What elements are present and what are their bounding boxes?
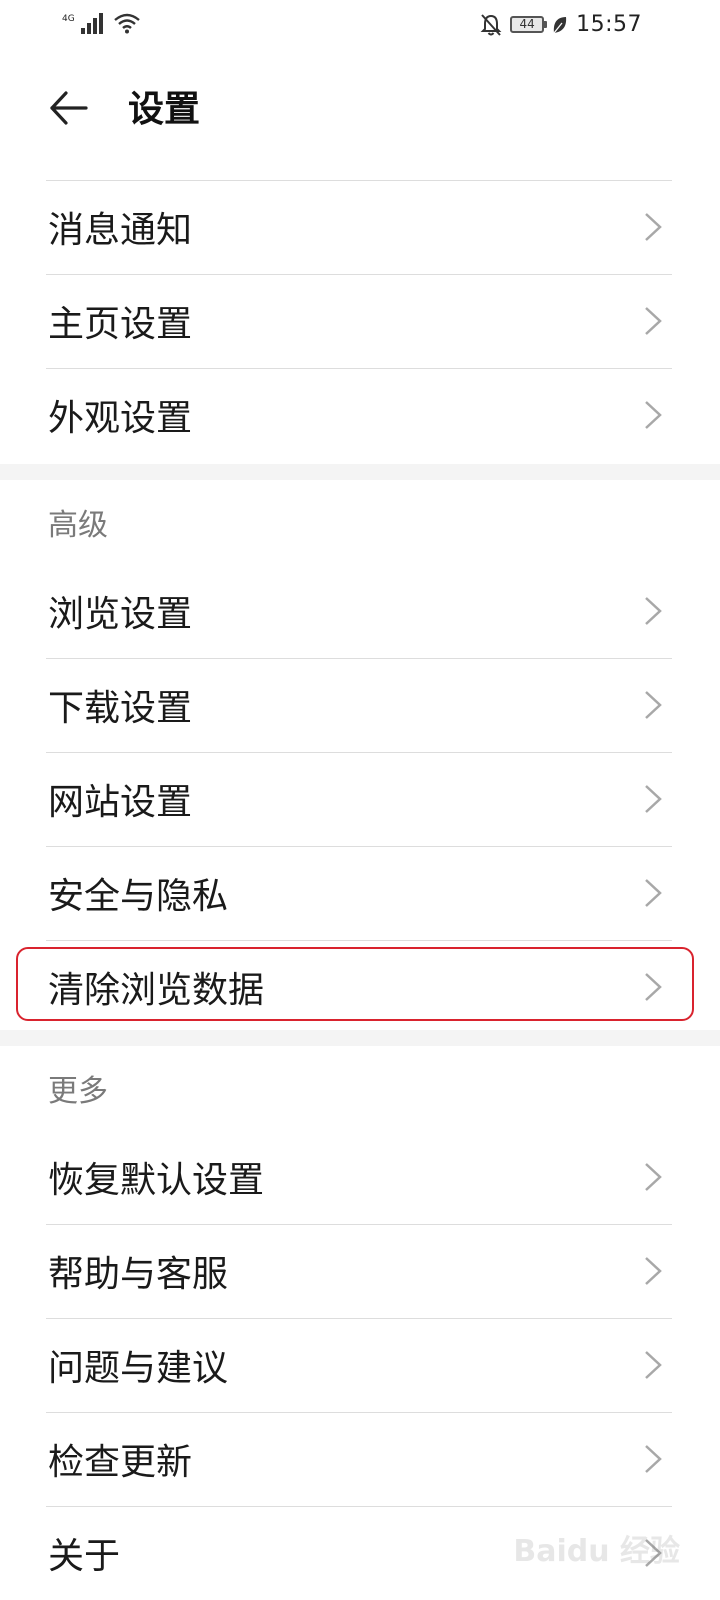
- settings-item-site-settings[interactable]: 网站设置: [0, 752, 720, 846]
- general-settings-group: 消息通知 主页设置 外观设置: [0, 180, 720, 462]
- chevron-right-icon: [645, 401, 662, 429]
- settings-item-feedback[interactable]: 问题与建议: [0, 1318, 720, 1412]
- chevron-right-icon: [645, 1445, 662, 1473]
- chevron-right-icon: [645, 307, 662, 335]
- wifi-icon: [113, 13, 140, 34]
- settings-item-label: 恢复默认设置: [48, 1160, 265, 1201]
- settings-item-label: 安全与隐私: [48, 876, 229, 917]
- chevron-right-icon: [645, 213, 662, 241]
- clock: 15:57: [576, 12, 642, 37]
- settings-item-label: 网站设置: [48, 782, 193, 823]
- arrow-left-icon: [50, 91, 88, 125]
- chevron-right-icon: [645, 597, 662, 625]
- power-saving-leaf-icon: [553, 16, 567, 33]
- battery-icon: 44: [510, 16, 548, 33]
- settings-item-help-support[interactable]: 帮助与客服: [0, 1224, 720, 1318]
- settings-item-label: 清除浏览数据: [48, 970, 265, 1011]
- settings-item-label: 关于: [48, 1536, 121, 1577]
- settings-item-clear-browsing-data[interactable]: 清除浏览数据: [0, 940, 720, 1034]
- status-right: 44 15:57: [480, 12, 642, 37]
- section-separator: [0, 1030, 720, 1046]
- watermark: Baidu 经验: [513, 1534, 680, 1569]
- settings-item-appearance[interactable]: 外观设置: [0, 368, 720, 462]
- divider: [46, 1506, 672, 1507]
- advanced-settings-group: 高级 浏览设置 下载设置 网站设置 安全与隐私 清除浏览数据: [0, 480, 720, 1034]
- section-separator: [0, 464, 720, 480]
- settings-item-label: 主页设置: [48, 304, 193, 345]
- divider: [46, 180, 672, 181]
- divider: [46, 940, 672, 941]
- settings-item-label: 外观设置: [48, 398, 193, 439]
- status-bar: 4G 44 15:57: [0, 0, 720, 52]
- settings-item-label: 下载设置: [48, 688, 193, 729]
- settings-item-homepage[interactable]: 主页设置: [0, 274, 720, 368]
- settings-item-notifications[interactable]: 消息通知: [0, 180, 720, 274]
- status-left: 4G: [62, 12, 141, 34]
- chevron-right-icon: [645, 1257, 662, 1285]
- settings-item-label: 问题与建议: [48, 1348, 229, 1389]
- divider: [46, 1224, 672, 1225]
- back-button[interactable]: [46, 84, 94, 132]
- settings-item-browsing[interactable]: 浏览设置: [0, 564, 720, 658]
- settings-item-label: 帮助与客服: [48, 1254, 229, 1295]
- divider: [46, 1412, 672, 1413]
- network-type-label: 4G: [62, 14, 75, 24]
- divider: [46, 1318, 672, 1319]
- divider: [46, 274, 672, 275]
- settings-item-security-privacy[interactable]: 安全与隐私: [0, 846, 720, 940]
- divider: [46, 846, 672, 847]
- settings-item-label: 消息通知: [48, 210, 193, 251]
- chevron-right-icon: [645, 1163, 662, 1191]
- more-settings-group: 更多 恢复默认设置 帮助与客服 问题与建议 检查更新 关于: [0, 1046, 720, 1600]
- settings-item-label: 浏览设置: [48, 594, 193, 635]
- section-header-more: 更多: [48, 1074, 108, 1109]
- settings-item-check-updates[interactable]: 检查更新: [0, 1412, 720, 1506]
- chevron-right-icon: [645, 1351, 662, 1379]
- settings-item-label: 检查更新: [48, 1442, 193, 1483]
- chevron-right-icon: [645, 973, 662, 1001]
- app-bar: 设置: [0, 60, 720, 160]
- mute-bell-icon: [480, 13, 502, 36]
- divider: [46, 658, 672, 659]
- chevron-right-icon: [645, 785, 662, 813]
- chevron-right-icon: [645, 879, 662, 907]
- page-title: 设置: [128, 89, 201, 130]
- battery-level: 44: [519, 17, 535, 31]
- signal-icon: [80, 13, 103, 34]
- chevron-right-icon: [645, 691, 662, 719]
- settings-item-downloads[interactable]: 下载设置: [0, 658, 720, 752]
- divider: [46, 368, 672, 369]
- settings-item-restore-defaults[interactable]: 恢复默认设置: [0, 1130, 720, 1224]
- divider: [46, 752, 672, 753]
- section-header-advanced: 高级: [48, 508, 108, 543]
